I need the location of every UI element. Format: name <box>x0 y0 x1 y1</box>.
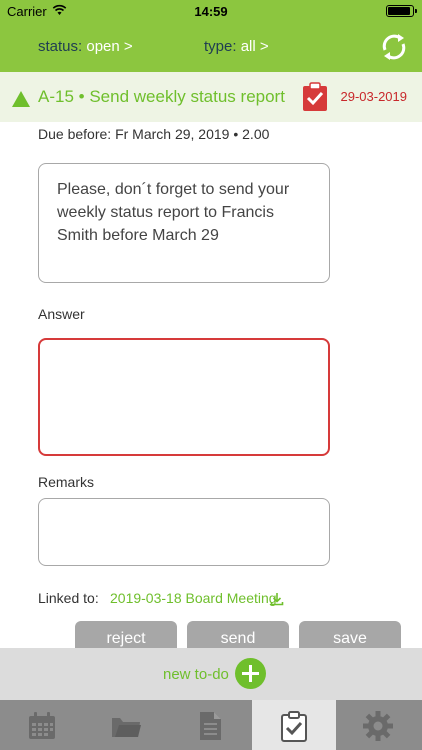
status-bar: Carrier 14:59 <box>0 0 422 22</box>
add-icon[interactable] <box>235 658 266 689</box>
clipboard-check-icon <box>302 82 328 112</box>
due-line: Due before: Fr March 29, 2019 • 2.00 <box>38 126 269 142</box>
calendar-icon <box>29 712 55 739</box>
download-icon[interactable] <box>270 592 284 606</box>
task-title: A-15 • Send weekly status report <box>38 87 285 107</box>
task-separator: • <box>78 87 85 106</box>
battery-icon <box>386 5 417 17</box>
gear-icon <box>363 711 393 741</box>
answer-field[interactable] <box>38 338 330 456</box>
task-id: A-15 <box>38 87 74 106</box>
due-extra: 2.00 <box>242 126 270 142</box>
status-filter-label: status: <box>38 38 83 55</box>
todo-clipboard-icon <box>281 711 307 742</box>
task-name: Send weekly status report <box>89 87 285 106</box>
due-label: Due before: <box>38 126 112 142</box>
due-value: Fr March 29, 2019 <box>115 126 230 142</box>
tab-folder[interactable] <box>84 700 168 750</box>
refresh-icon[interactable] <box>378 31 410 63</box>
tab-settings[interactable] <box>336 700 420 750</box>
new-todo-bar[interactable]: new to-do <box>0 648 422 700</box>
answer-label: Answer <box>38 306 85 322</box>
task-description: Please, don´t forget to send your weekly… <box>38 163 330 283</box>
remarks-label: Remarks <box>38 474 95 490</box>
task-date: 29-03-2019 <box>340 89 408 104</box>
filter-bar: status: open > type: all > <box>0 22 422 72</box>
document-icon <box>200 712 221 740</box>
clock-time: 14:59 <box>194 4 228 19</box>
tab-todos[interactable] <box>252 700 336 750</box>
tab-bar <box>0 700 422 750</box>
linked-meeting-link[interactable]: 2019-03-18 Board Meeting <box>110 590 277 606</box>
folder-icon <box>112 718 141 737</box>
collapse-triangle-icon[interactable] <box>12 91 30 107</box>
linked-label: Linked to: <box>38 590 99 606</box>
type-filter-label: type: <box>204 38 237 55</box>
new-todo-label: new to-do <box>163 666 229 683</box>
tab-documents[interactable] <box>168 700 252 750</box>
task-header[interactable]: A-15 • Send weekly status report 29-03-2… <box>0 72 422 122</box>
status-filter[interactable]: status: open > <box>38 38 133 55</box>
status-filter-value: open > <box>86 38 133 55</box>
type-filter[interactable]: type: all > <box>204 38 269 55</box>
remarks-field[interactable] <box>38 498 330 566</box>
due-separator: • <box>233 126 239 142</box>
tab-calendar[interactable] <box>0 700 84 750</box>
type-filter-value: all > <box>240 38 269 55</box>
